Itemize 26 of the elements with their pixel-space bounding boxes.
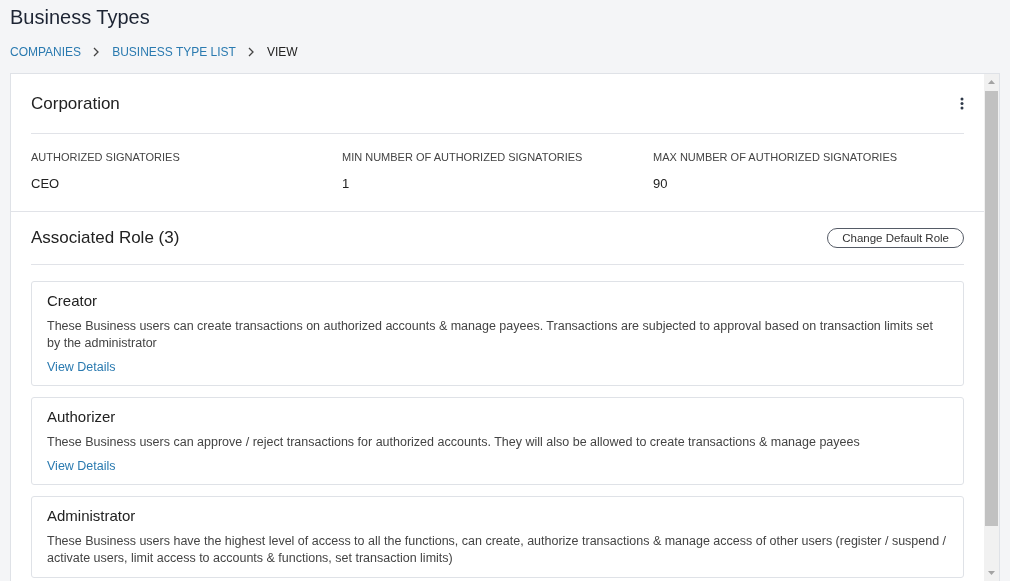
more-menu-icon[interactable] [960, 97, 964, 110]
role-name: Authorizer [47, 408, 117, 425]
role-description: These Business users can approve / reject transactions for authorized accounts. They will also be allowed to create transactions & manage payees [47, 434, 861, 451]
breadcrumb-link[interactable]: BUSINESS TYPE LIST [112, 45, 236, 59]
field-value: 90 [653, 176, 669, 191]
field-label: MAX NUMBER OF AUTHORIZED SIGNATORIES [653, 151, 899, 163]
breadcrumb-current: VIEW [266, 45, 298, 59]
role-description: These Business users have the highest level of access to all the functions, can create, authorize transactions & manage access of other users (register / suspend / activate users, limit access to accounts & functions, set transaction limits) [47, 533, 948, 567]
field-value: 1 [342, 176, 351, 191]
change-default-role-button[interactable]: Change Default Role [827, 228, 964, 248]
scrollbar-thumb[interactable] [985, 91, 998, 526]
business-type-name: Corporation [31, 93, 120, 114]
role-name: Administrator [47, 507, 137, 524]
view-details-link[interactable]: View Details [47, 360, 116, 374]
view-details-link[interactable]: View Details [47, 459, 116, 473]
breadcrumb-link[interactable]: COMPANIES [10, 45, 82, 59]
page-title: Business Types [9, 5, 151, 30]
role-description: These Business users can create transactions on authorized accounts & manage payees. Transactions are subjected to approval based on transaction limits set by the administrator [47, 318, 934, 352]
chevron-icon [93, 47, 101, 57]
field-value: CEO [31, 176, 61, 191]
section-title: Associated Role (3) [31, 228, 180, 248]
role-name: Creator [47, 292, 99, 309]
field-label: MIN NUMBER OF AUTHORIZED SIGNATORIES [342, 151, 584, 163]
field-label: AUTHORIZED SIGNATORIES [31, 151, 181, 163]
scrollbar[interactable] [984, 74, 999, 581]
chevron-icon [247, 47, 255, 57]
